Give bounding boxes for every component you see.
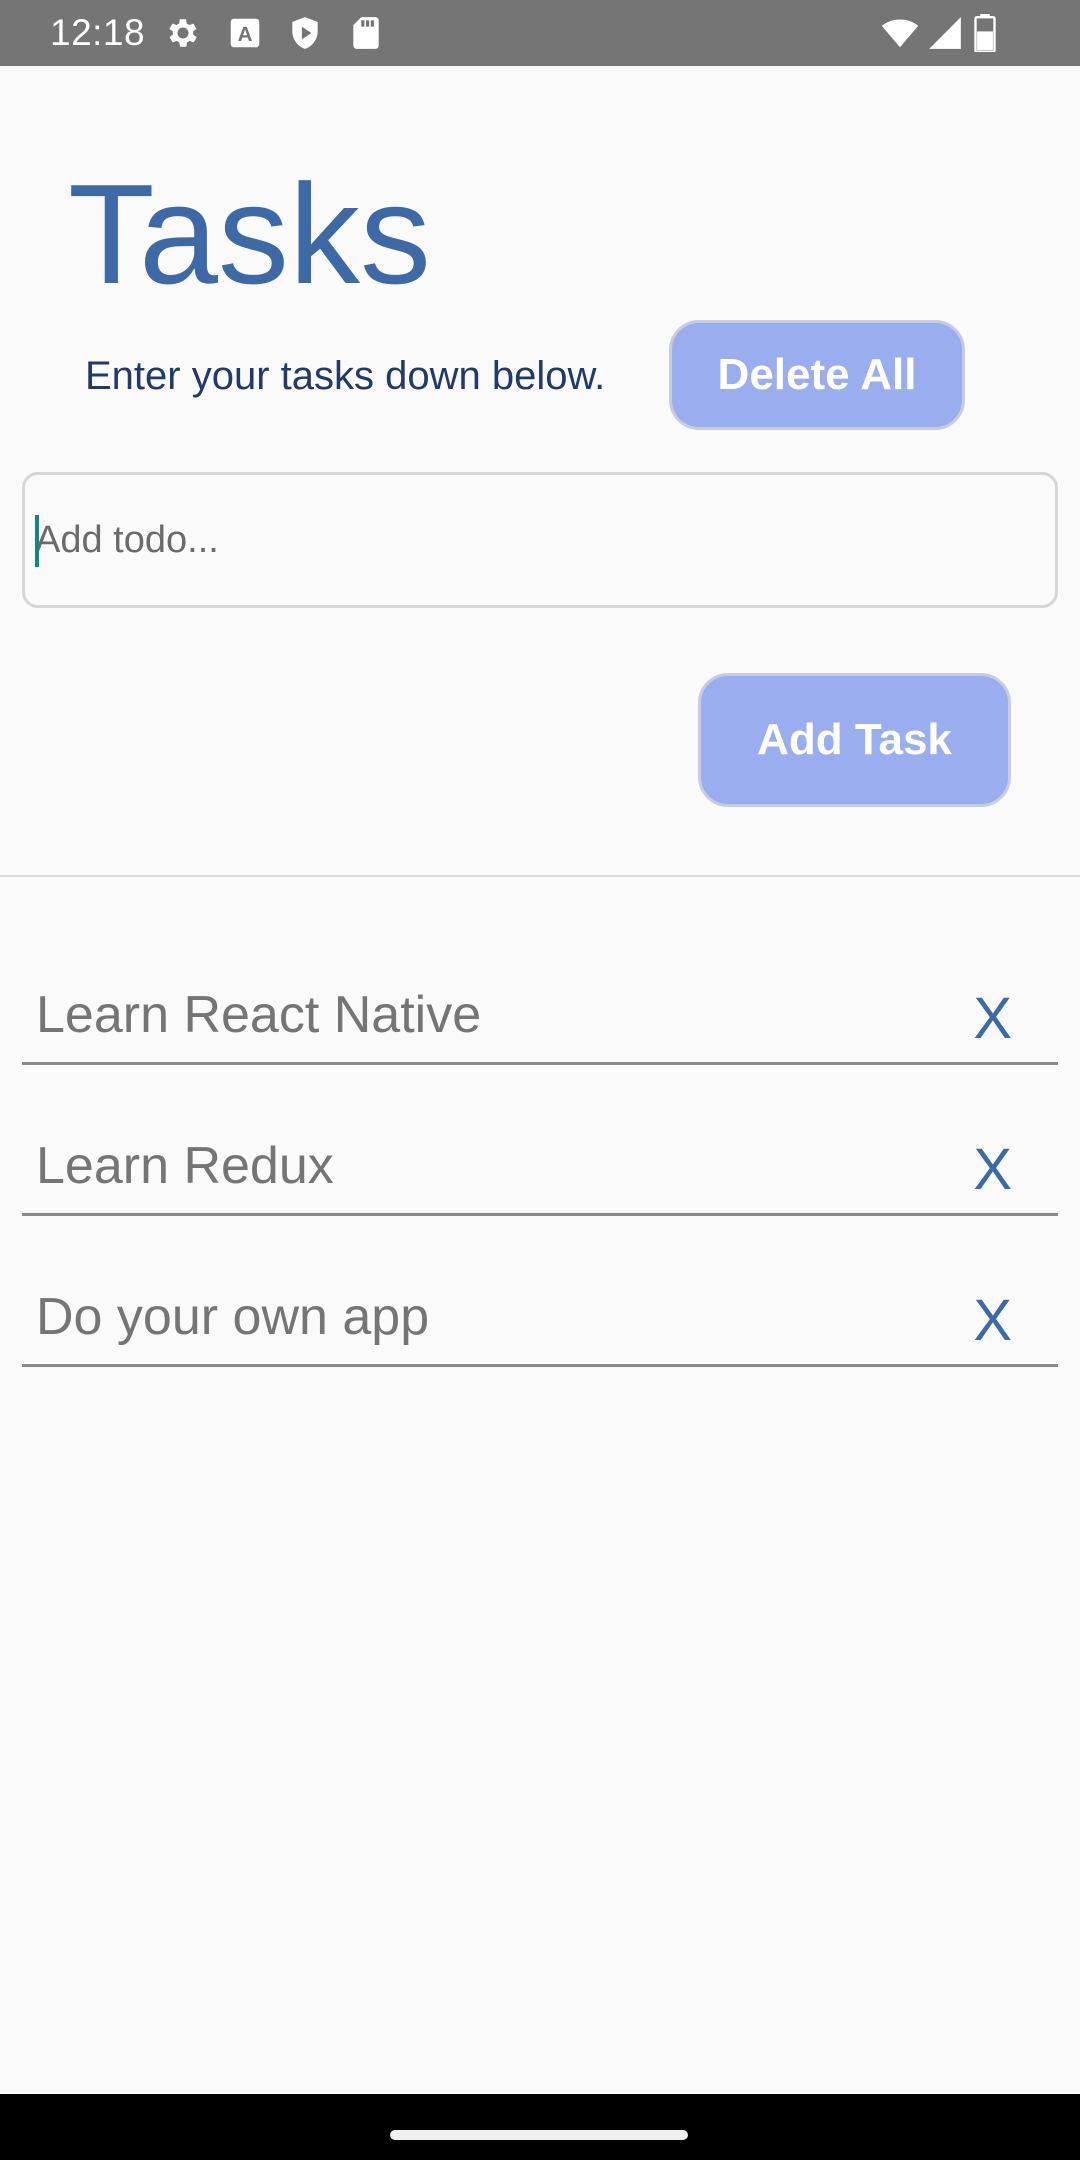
add-todo-input[interactable] [35,475,1035,605]
delete-task-button[interactable]: X [973,1281,1012,1361]
list-item: Learn Redux X [22,1126,1058,1216]
wifi-icon [878,14,922,52]
add-todo-field[interactable] [22,472,1058,608]
add-task-button[interactable]: Add Task [698,673,1011,807]
navigation-bar [0,2094,1080,2160]
task-text[interactable]: Learn Redux [36,1126,334,1206]
delete-task-button[interactable]: X [973,1130,1012,1210]
gear-icon [164,14,202,52]
task-text[interactable]: Learn React Native [36,975,481,1055]
a-icon: A [226,14,264,52]
text-cursor [35,515,39,567]
page-title: Tasks [68,155,431,314]
subtitle: Enter your tasks down below. [85,354,606,398]
delete-task-button[interactable]: X [973,979,1012,1059]
list-item: Learn React Native X [22,975,1058,1065]
home-gesture-handle[interactable] [390,2130,688,2140]
signal-icon [926,14,964,52]
sd-card-icon [347,14,385,52]
status-time: 12:18 [50,12,146,53]
status-bar: 12:18 A [0,0,1080,66]
list-item: Do your own app X [22,1277,1058,1367]
divider [0,875,1080,877]
task-text[interactable]: Do your own app [36,1277,429,1357]
shield-icon [286,14,324,52]
delete-all-button[interactable]: Delete All [669,320,965,430]
svg-text:A: A [238,23,253,46]
app-screen: 12:18 A Tasks Enter your tasks down belo… [0,0,1080,2160]
battery-icon [970,14,1000,52]
